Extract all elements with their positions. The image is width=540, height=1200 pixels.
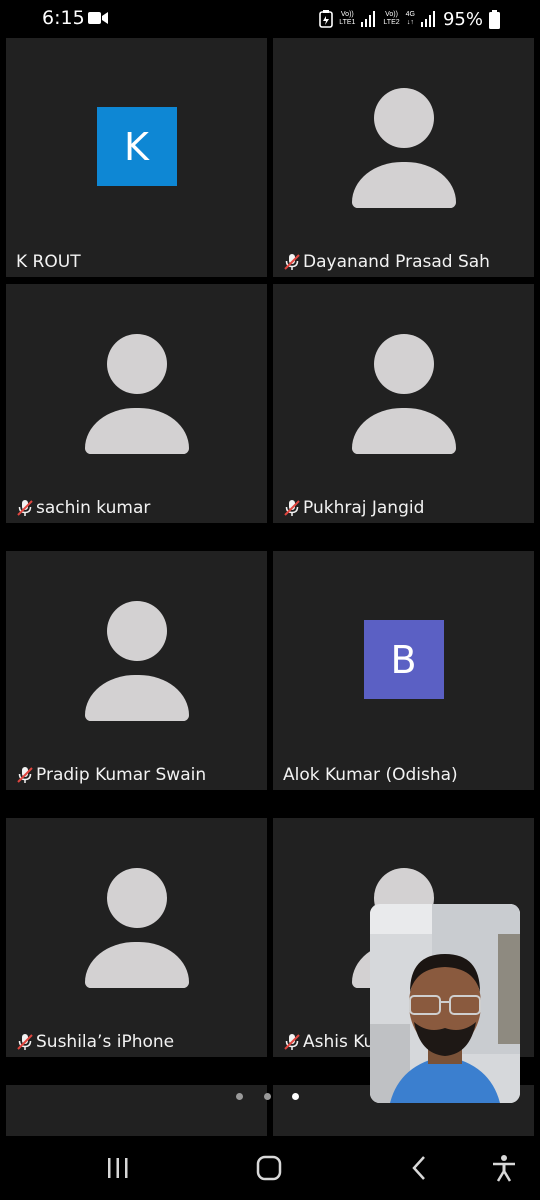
status-bar: 6:15 Vo)) LTE1 Vo)) LTE2 4G ↓↑ 95% <box>0 0 540 38</box>
mic-muted-icon <box>17 1034 33 1050</box>
participant-tile[interactable]: Dayanand Prasad Sah <box>273 38 534 277</box>
participant-tile[interactable]: Pukhraj Jangid <box>273 284 534 523</box>
participant-name: Pukhraj Jangid <box>283 498 424 518</box>
battery-icon <box>489 9 500 29</box>
back-icon[interactable] <box>405 1154 435 1182</box>
participant-tile[interactable]: sachin kumar <box>6 284 267 523</box>
page-dot[interactable] <box>236 1093 243 1100</box>
mic-muted-icon <box>284 1034 300 1050</box>
participant-tile[interactable]: B Alok Kumar (Odisha) <box>273 551 534 790</box>
mic-muted-icon <box>17 767 33 783</box>
participant-name: Ashis Ku <box>283 1032 374 1052</box>
page-dot-active[interactable] <box>292 1093 299 1100</box>
participant-tile[interactable]: Pradip Kumar Swain <box>6 551 267 790</box>
signal-sim1-icon <box>361 11 376 27</box>
participant-name: Pradip Kumar Swain <box>16 765 206 785</box>
participant-name: Sushila’s iPhone <box>16 1032 174 1052</box>
default-avatar-icon <box>351 88 456 228</box>
avatar: B <box>363 620 444 699</box>
status-indicators: Vo)) LTE1 Vo)) LTE2 4G ↓↑ 95% <box>319 7 500 31</box>
participant-name: Dayanand Prasad Sah <box>283 252 490 272</box>
default-avatar-icon <box>351 334 456 474</box>
default-avatar-icon <box>84 334 189 474</box>
avatar: K <box>96 107 177 186</box>
page-dot[interactable] <box>264 1093 271 1100</box>
mic-muted-icon <box>284 254 300 270</box>
self-video-preview[interactable] <box>370 904 520 1103</box>
recent-apps-icon[interactable] <box>103 1154 133 1182</box>
signal-sim2-icon <box>420 11 435 27</box>
battery-percent: 95% <box>442 8 483 30</box>
home-icon[interactable] <box>254 1154 284 1182</box>
participant-name: Alok Kumar (Odisha) <box>283 765 458 785</box>
navigation-bar <box>0 1136 540 1200</box>
mic-muted-icon <box>17 500 33 516</box>
battery-saver-icon <box>319 10 334 28</box>
sim1-label: Vo)) LTE1 <box>339 11 356 26</box>
mic-muted-icon <box>284 500 300 516</box>
participant-tile[interactable]: Sushila’s iPhone <box>6 818 267 1057</box>
network-type: 4G ↓↑ <box>405 11 415 26</box>
sim2-label: Vo)) LTE2 <box>383 11 400 26</box>
accessibility-icon[interactable] <box>489 1154 519 1182</box>
participant-name: K ROUT <box>16 252 81 272</box>
default-avatar-icon <box>84 601 189 741</box>
status-time: 6:15 <box>42 7 85 29</box>
page-indicator[interactable] <box>236 1093 299 1100</box>
video-camera-icon <box>88 12 108 24</box>
default-avatar-icon <box>84 868 189 1008</box>
participant-name: sachin kumar <box>16 498 150 518</box>
participant-tile[interactable]: K K ROUT <box>6 38 267 277</box>
self-video-image <box>370 904 520 1103</box>
